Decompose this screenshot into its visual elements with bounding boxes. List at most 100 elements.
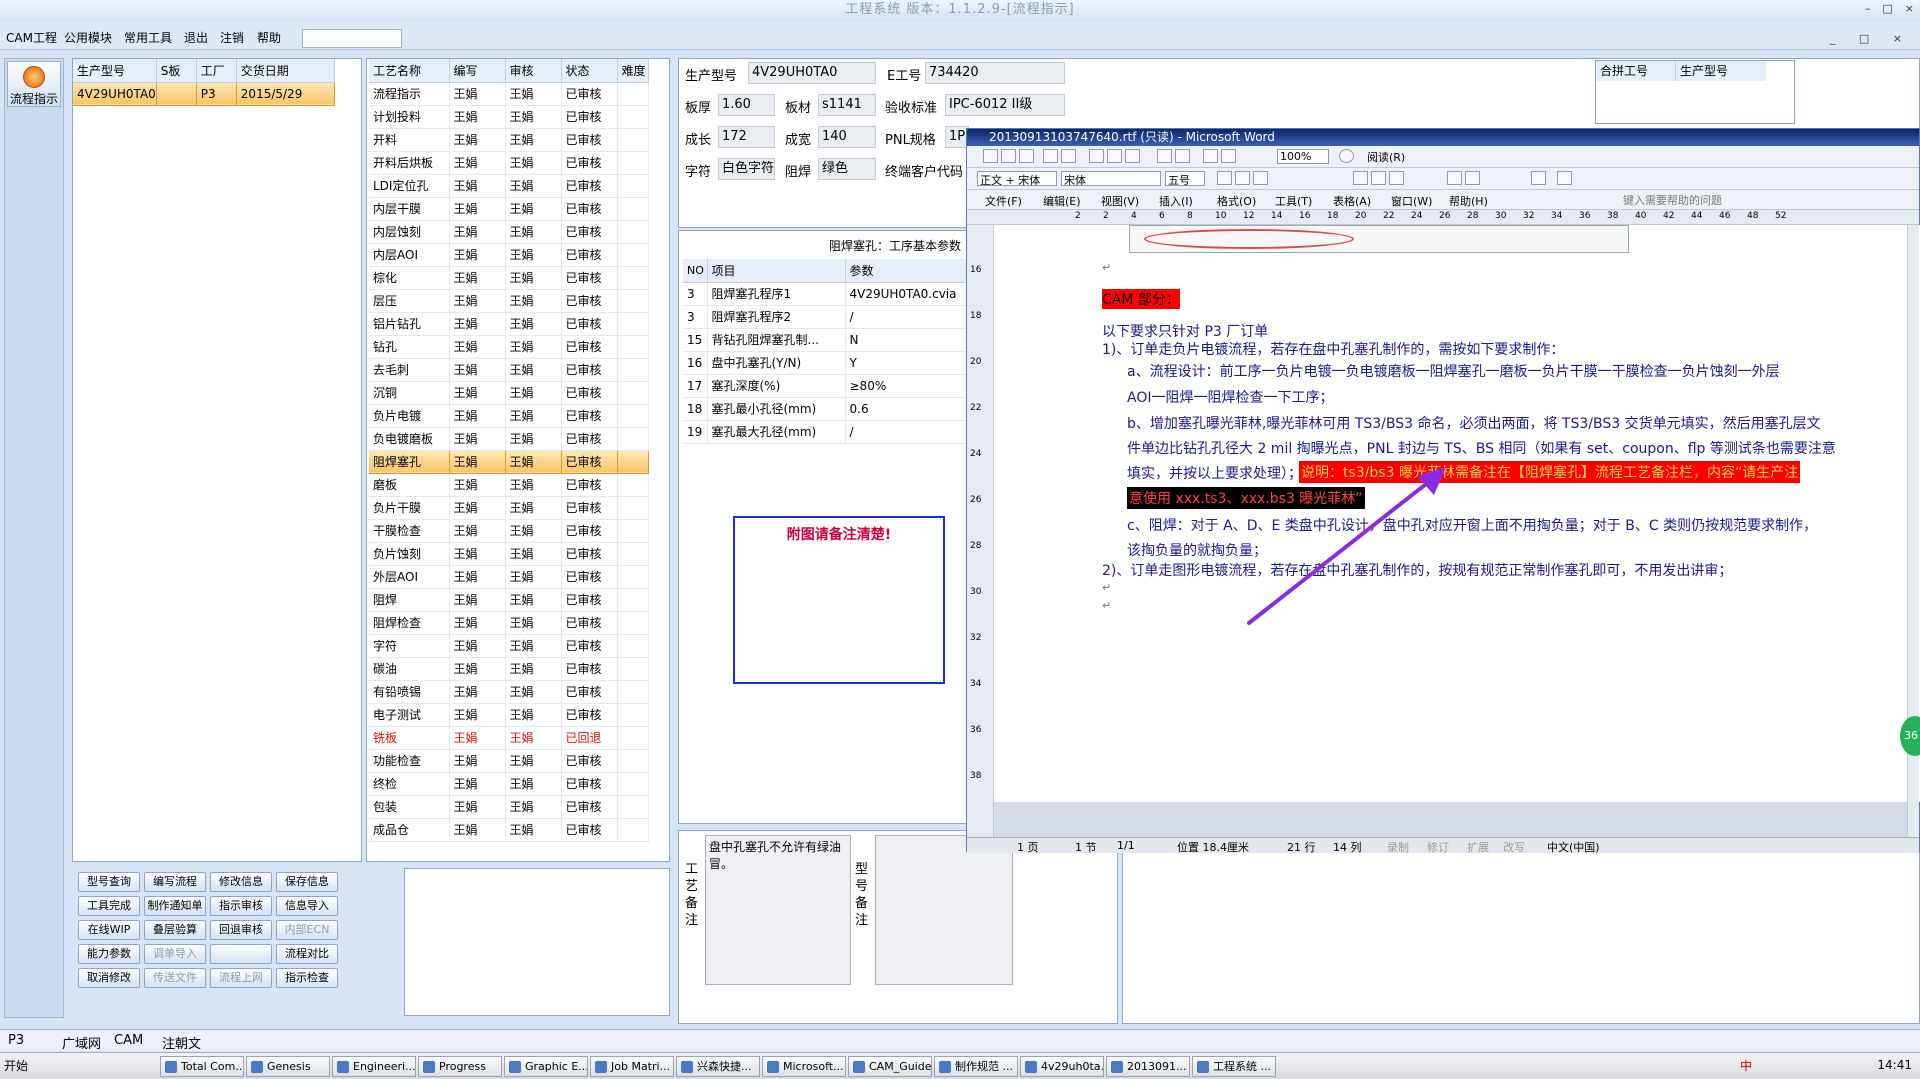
save-icon[interactable] <box>1019 149 1034 163</box>
table-row[interactable]: 19 塞孔最大孔径(mm) / <box>683 420 973 444</box>
table-row[interactable]: 3 阻焊塞孔程序2/ <box>683 305 973 329</box>
copy-icon[interactable] <box>1107 149 1122 163</box>
tab-wan[interactable]: 广域网 <box>62 1033 101 1052</box>
table-row[interactable]: LDI定位孔 王娟 王娟 已审核 <box>369 174 649 198</box>
table-row[interactable]: 钻孔 王娟 王娟 已审核 <box>369 335 649 359</box>
factory-combo[interactable]: P3 <box>8 1033 24 1048</box>
action-button[interactable]: 取消修改 <box>78 968 140 988</box>
table-row[interactable]: 开料后烘板 王娟 王娟 已审核 <box>369 151 649 175</box>
highlight-icon[interactable] <box>1531 171 1546 185</box>
table-row[interactable]: 内层干膜 王娟 王娟 已审核 <box>369 197 649 221</box>
model-remark-text[interactable] <box>875 835 1013 985</box>
taskbar-item[interactable]: 工程系统 ... <box>1192 1056 1276 1077</box>
table-row[interactable]: 阻焊塞孔 王娟 王娟 已审核 <box>369 450 649 474</box>
menu-help[interactable]: 帮助 <box>257 29 281 46</box>
word-menu-item[interactable]: 窗口(W) <box>1391 193 1432 209</box>
table-row[interactable]: 16 盘中孔塞孔(Y/N) Y <box>683 351 973 375</box>
bold-icon[interactable] <box>1217 171 1232 185</box>
action-button[interactable]: 叠层验算 <box>144 920 206 940</box>
close-button[interactable]: × <box>1905 2 1914 15</box>
help-search-box[interactable]: 键入需要帮助的问题 <box>1623 192 1803 208</box>
action-button[interactable]: 指示审核 <box>210 896 272 916</box>
flow-instruction-nav-button[interactable]: 流程指示 <box>7 61 61 107</box>
align-left-icon[interactable] <box>1353 171 1368 185</box>
table-row[interactable]: 字符 王娟 王娟 已审核 <box>369 634 649 658</box>
size-combo[interactable]: 五号 <box>1165 171 1205 187</box>
table-row[interactable]: 流程指示 王娟 王娟 已审核 <box>369 82 649 106</box>
print-icon[interactable] <box>1043 149 1058 163</box>
thickness-field[interactable]: 1.60 <box>718 94 775 116</box>
action-button[interactable]: 保存信息 <box>276 872 338 892</box>
process-remark-text[interactable]: 盘中孔塞孔不允许有绿油冒。 <box>705 835 851 985</box>
prod-model-field[interactable]: 4V29UH0TA0 <box>748 62 876 84</box>
open-icon[interactable] <box>1001 149 1016 163</box>
table-row[interactable]: 阻焊检查 王娟 王娟 已审核 <box>369 611 649 635</box>
menu-cam[interactable]: CAM工程 <box>6 29 57 46</box>
action-button[interactable]: 制作通知单 <box>144 896 206 916</box>
taskbar-item[interactable]: Total Com... <box>160 1056 244 1077</box>
word-menu-item[interactable]: 格式(O) <box>1217 193 1256 209</box>
table-row[interactable]: 17 塞孔深度(%) ≥80% <box>683 374 973 398</box>
material-field[interactable]: s1141 <box>818 94 876 116</box>
taskbar-item[interactable]: Graphic E... <box>504 1056 588 1077</box>
underline-icon[interactable] <box>1253 171 1268 185</box>
taskbar-item[interactable]: 4v29uh0ta... <box>1020 1056 1104 1077</box>
word-menu-item[interactable]: 工具(T) <box>1275 193 1312 209</box>
help-icon[interactable] <box>1339 149 1354 163</box>
table-row[interactable]: 计划投料 王娟 王娟 已审核 <box>369 105 649 129</box>
numbering-icon[interactable] <box>1447 171 1462 185</box>
action-button[interactable]: 型号查询 <box>78 872 140 892</box>
taskbar-item[interactable]: CAM_Guide... <box>848 1056 932 1077</box>
table-row[interactable]: 包装 王娟 王娟 已审核 <box>369 795 649 819</box>
taskbar-item[interactable]: Job Matri... <box>590 1056 674 1077</box>
table-row[interactable]: 外层AOI 王娟 王娟 已审核 <box>369 565 649 589</box>
table-row[interactable]: 层压 王娟 王娟 已审核 <box>369 289 649 313</box>
action-button[interactable]: 回退审核 <box>210 920 272 940</box>
action-button[interactable]: 流程对比 <box>276 944 338 964</box>
table-row[interactable]: 碳油 王娟 王娟 已审核 <box>369 657 649 681</box>
cut-icon[interactable] <box>1089 149 1104 163</box>
word-menu-item[interactable]: 表格(A) <box>1333 193 1371 209</box>
table-row[interactable]: 内层蚀刻 王娟 王娟 已审核 <box>369 220 649 244</box>
align-right-icon[interactable] <box>1389 171 1404 185</box>
taskbar-item[interactable]: Genesis <box>246 1056 330 1077</box>
minimize-button[interactable]: – <box>1865 2 1871 15</box>
table-row[interactable]: 铝片钻孔 王娟 王娟 已审核 <box>369 312 649 336</box>
word-menu-item[interactable]: 文件(F) <box>985 193 1022 209</box>
table-row[interactable]: 有铅喷锡 王娟 王娟 已审核 <box>369 680 649 704</box>
word-menu-item[interactable]: 视图(V) <box>1101 193 1139 209</box>
word-menu-item[interactable]: 帮助(H) <box>1449 193 1488 209</box>
menu-common-module[interactable]: 公用模块 <box>64 29 112 46</box>
action-button[interactable]: 能力参数 <box>78 944 140 964</box>
table-row[interactable]: 18 塞孔最小孔径(mm) 0.6 <box>683 397 973 421</box>
font-color-icon[interactable] <box>1557 171 1572 185</box>
table-row[interactable]: 负电镀磨板 王娟 王娟 已审核 <box>369 427 649 451</box>
width-field[interactable]: 140 <box>818 126 876 148</box>
font-combo[interactable]: 宋体 <box>1061 171 1161 187</box>
table-row[interactable]: 15 背钻孔阻焊塞孔制... N <box>683 328 973 352</box>
memo-box[interactable] <box>404 868 670 1016</box>
mdi-controls[interactable]: _ □ × <box>1830 32 1912 45</box>
window-controls[interactable]: – □ × <box>1853 2 1914 15</box>
word-menu-item[interactable]: 编辑(E) <box>1043 193 1081 209</box>
action-button[interactable]: 内部ECN <box>276 920 338 940</box>
action-button[interactable]: 编写流程 <box>144 872 206 892</box>
paste-icon[interactable] <box>1125 149 1140 163</box>
action-button[interactable]: 在线WIP <box>78 920 140 940</box>
action-button[interactable]: 指示检查 <box>276 968 338 988</box>
standard-field[interactable]: IPC-6012 II级 <box>945 94 1065 116</box>
menu-combo[interactable] <box>302 29 402 48</box>
table-row[interactable]: 负片蚀刻 王娟 王娟 已审核 <box>369 542 649 566</box>
table-icon[interactable] <box>1203 149 1218 163</box>
taskbar-item[interactable]: 制作规范 ... <box>934 1056 1018 1077</box>
taskbar-item[interactable]: Progress <box>418 1056 502 1077</box>
action-button[interactable]: 调单导入 <box>144 944 206 964</box>
tab-third[interactable]: 注朝文 <box>162 1033 201 1052</box>
table-row[interactable]: 成品仓 王娟 王娟 已审核 <box>369 818 649 842</box>
style-combo[interactable]: 正文 + 宋体 <box>977 171 1057 187</box>
action-button[interactable]: 工具完成 <box>78 896 140 916</box>
new-icon[interactable] <box>983 149 998 163</box>
table-row[interactable]: 铣板 王娟 王娟 已回退 <box>369 726 649 750</box>
table-row[interactable]: 功能检查 王娟 王娟 已审核 <box>369 749 649 773</box>
table-row[interactable]: 沉铜 王娟 王娟 已审核 <box>369 381 649 405</box>
